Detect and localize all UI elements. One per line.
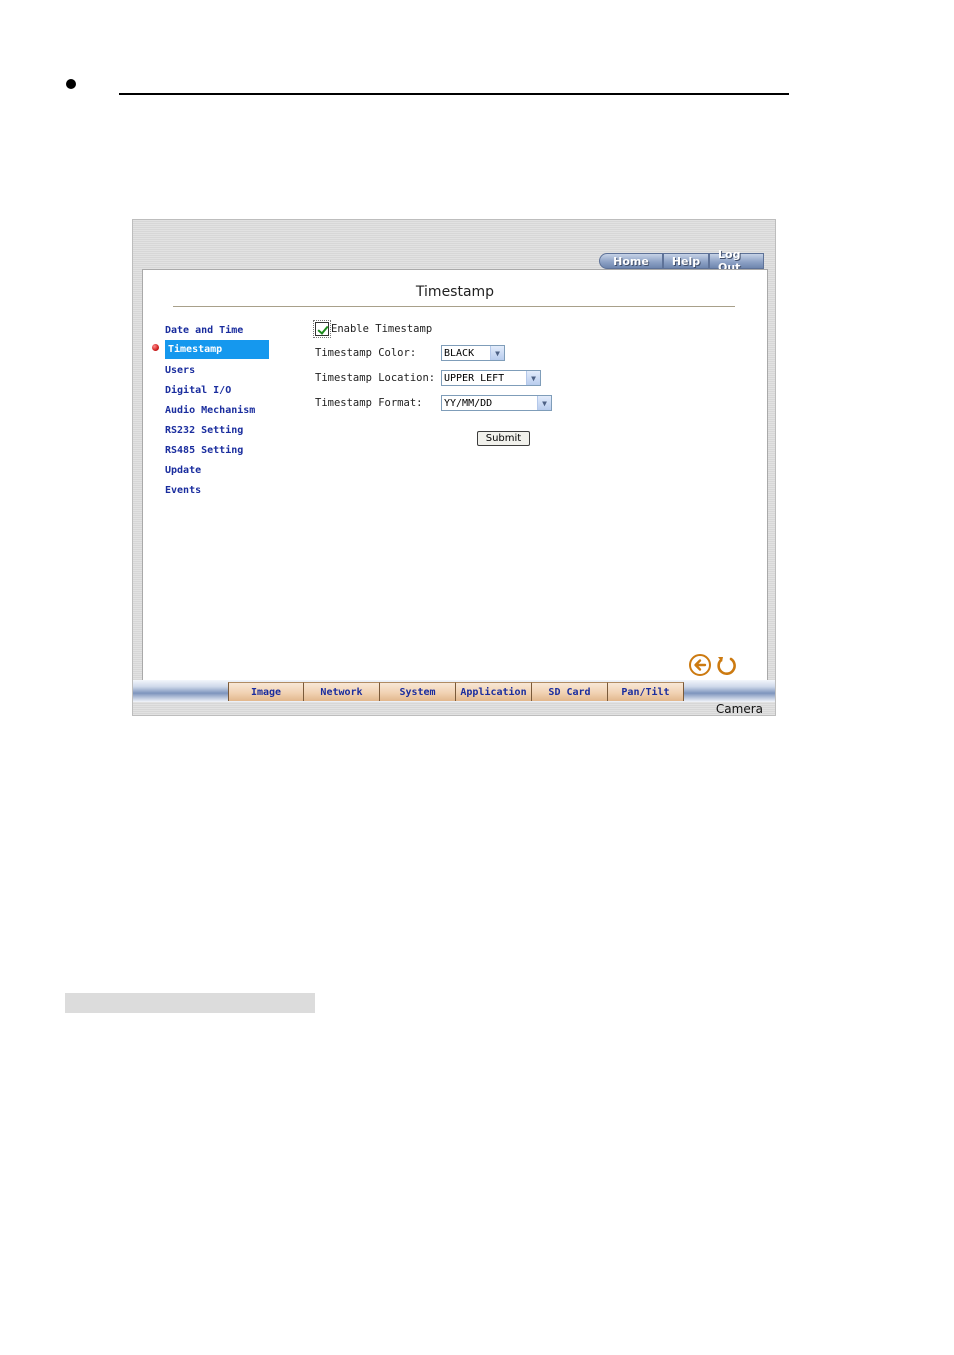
sidebar-item-rs485-setting[interactable]: RS485 Setting — [165, 440, 269, 460]
color-row: Timestamp Color: BLACK ▼ — [315, 345, 505, 361]
chevron-down-icon: ▼ — [537, 396, 551, 410]
sidebar-item-events[interactable]: Events — [165, 480, 269, 500]
active-item-dot-icon — [152, 344, 159, 351]
format-select-value: YY/MM/DD — [444, 397, 493, 409]
color-select[interactable]: BLACK ▼ — [441, 345, 505, 361]
page-title: Timestamp — [415, 284, 495, 300]
chevron-down-icon: ▼ — [490, 346, 504, 360]
highlight-band — [65, 993, 315, 1013]
home-button[interactable]: Home — [599, 253, 663, 269]
footer-camera-label: Camera — [715, 702, 763, 716]
tab-sd-card[interactable]: SD Card — [532, 682, 608, 701]
tab-application[interactable]: Application — [456, 682, 532, 701]
camera-web-ui: Home Help Log Out Timestamp Date and Tim… — [132, 219, 776, 716]
submit-button[interactable]: Submit — [477, 431, 530, 446]
bullet-point — [66, 79, 76, 89]
color-label: Timestamp Color: — [315, 347, 417, 359]
sidebar-item-audio-mechanism[interactable]: Audio Mechanism — [165, 400, 269, 420]
enable-timestamp-row: Enable Timestamp — [313, 320, 433, 338]
sidebar-item-date-and-time[interactable]: Date and Time — [165, 320, 269, 340]
back-arrow-icon[interactable] — [689, 654, 711, 676]
bottom-tabs: Image Network System Application SD Card… — [228, 682, 684, 701]
logout-button[interactable]: Log Out — [709, 248, 764, 274]
enable-timestamp-label: Enable Timestamp — [331, 323, 433, 335]
format-label: Timestamp Format: — [315, 397, 423, 409]
tab-image[interactable]: Image — [228, 682, 304, 701]
top-nav: Home Help Log Out — [599, 248, 764, 274]
chevron-down-icon: ▼ — [526, 371, 540, 385]
help-button[interactable]: Help — [663, 253, 709, 269]
enable-timestamp-checkbox[interactable] — [313, 320, 331, 338]
sidebar-item-update[interactable]: Update — [165, 460, 269, 480]
tab-network[interactable]: Network — [304, 682, 380, 701]
location-select-value: UPPER LEFT — [444, 372, 505, 384]
sidebar-item-users[interactable]: Users — [165, 360, 269, 380]
refresh-icon[interactable] — [715, 654, 737, 676]
location-select[interactable]: UPPER LEFT ▼ — [441, 370, 541, 386]
color-select-value: BLACK — [444, 347, 475, 359]
tab-system[interactable]: System — [380, 682, 456, 701]
tab-pan-tilt[interactable]: Pan/Tilt — [608, 682, 684, 701]
title-divider — [173, 306, 735, 307]
heading-underline — [119, 93, 789, 95]
format-select[interactable]: YY/MM/DD ▼ — [441, 395, 552, 411]
sidebar-item-rs232-setting[interactable]: RS232 Setting — [165, 420, 269, 440]
location-row: Timestamp Location: UPPER LEFT ▼ — [315, 370, 541, 386]
sidebar-item-timestamp[interactable]: Timestamp — [165, 340, 269, 359]
sidebar-menu: Date and Time Timestamp Users Digital I/… — [165, 320, 269, 500]
location-label: Timestamp Location: — [315, 372, 436, 384]
format-row: Timestamp Format: YY/MM/DD ▼ — [315, 395, 552, 411]
sidebar-item-digital-io[interactable]: Digital I/O — [165, 380, 269, 400]
